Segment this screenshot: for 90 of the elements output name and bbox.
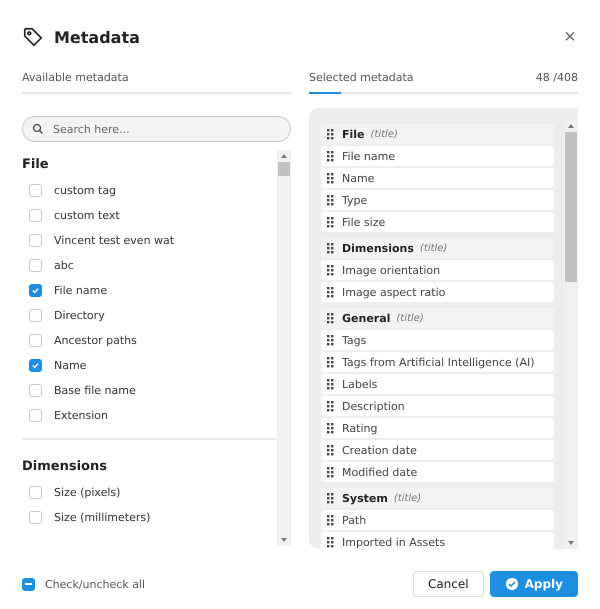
checkbox[interactable] (29, 309, 42, 322)
metadata-row[interactable]: Rating (321, 418, 554, 438)
group-row[interactable]: Dimensions (title) (321, 238, 554, 258)
check-icon (31, 361, 40, 370)
checkbox-label: Name (54, 359, 86, 372)
title-tag: (title) (396, 312, 424, 324)
checkbox[interactable] (29, 511, 42, 524)
drag-handle-icon[interactable] (327, 242, 334, 254)
checkbox[interactable] (29, 486, 42, 499)
drag-handle-icon[interactable] (327, 286, 334, 298)
group-row[interactable]: System (title) (321, 488, 554, 508)
scroll-thumb[interactable] (278, 162, 290, 176)
drag-handle-icon[interactable] (327, 334, 334, 346)
checkbox-label: Extension (54, 409, 108, 422)
cancel-button[interactable]: Cancel (412, 571, 484, 597)
checkbox[interactable] (29, 209, 42, 222)
metadata-row[interactable]: Path (321, 510, 554, 530)
drag-handle-icon[interactable] (327, 422, 334, 434)
metadata-row[interactable]: Name (321, 168, 554, 188)
drag-handle-icon[interactable] (327, 356, 334, 368)
checkbox-label: custom text (54, 209, 120, 222)
metadata-row[interactable]: Image aspect ratio (321, 282, 554, 302)
selected-count: 48 /408 (536, 70, 578, 84)
drag-handle-icon[interactable] (327, 378, 334, 390)
minus-icon (25, 583, 32, 585)
metadata-row[interactable]: Tags from Artificial Intelligence (AI) (321, 352, 554, 372)
metadata-row[interactable]: Imported in Assets (321, 532, 554, 549)
checkbox-label: Ancestor paths (54, 334, 137, 347)
metadata-row[interactable]: Image orientation (321, 260, 554, 280)
drag-handle-icon[interactable] (327, 536, 334, 548)
scroll-down-icon[interactable] (281, 538, 287, 542)
drag-handle-icon[interactable] (327, 514, 334, 526)
checkbox-label: Check/uncheck all (45, 578, 146, 590)
checkbox-label: Vincent test even wat (54, 234, 174, 247)
check-icon (31, 286, 40, 295)
title-tag: (title) (394, 492, 422, 504)
checkbox[interactable] (29, 359, 42, 372)
group-heading: File (22, 156, 50, 174)
metadata-row[interactable]: Tags (321, 330, 554, 350)
scroll-thumb[interactable] (565, 132, 577, 282)
metadata-row[interactable]: Labels (321, 374, 554, 394)
checkbox[interactable] (29, 284, 42, 297)
metadata-row[interactable]: Creation date (321, 440, 554, 460)
search-icon (32, 123, 44, 135)
title-tag: (title) (420, 242, 448, 254)
drag-handle-icon[interactable] (327, 128, 334, 140)
metadata-row[interactable]: Type (321, 190, 554, 210)
checkbox-label: custom tag (54, 184, 116, 197)
checkbox-label: File name (54, 284, 108, 297)
checkbox-label: Size (pixels) (54, 486, 120, 499)
scrollbar[interactable] (277, 150, 291, 546)
checkbox[interactable] (29, 409, 42, 422)
check-circle-icon (504, 577, 519, 591)
drag-handle-icon[interactable] (327, 194, 334, 206)
metadata-row[interactable]: Description (321, 396, 554, 416)
title-tag: (title) (370, 128, 398, 140)
checkbox[interactable] (29, 234, 42, 247)
metadata-row[interactable]: Modified date (321, 462, 554, 482)
drag-handle-icon[interactable] (327, 400, 334, 412)
scroll-up-icon[interactable] (568, 124, 574, 128)
drag-handle-icon[interactable] (327, 444, 334, 456)
search-field[interactable]: Search here... (22, 116, 291, 142)
drag-handle-icon[interactable] (327, 312, 334, 324)
group-row[interactable]: File (title) (321, 124, 554, 144)
group-heading: Dimensions (22, 458, 108, 476)
drag-handle-icon[interactable] (327, 466, 334, 478)
tag-icon (22, 26, 44, 48)
drag-handle-icon[interactable] (327, 150, 334, 162)
close-button[interactable]: × (562, 27, 578, 47)
drag-handle-icon[interactable] (327, 172, 334, 184)
scroll-down-icon[interactable] (568, 541, 574, 545)
metadata-row[interactable]: File size (321, 212, 554, 232)
group-row[interactable]: General (title) (321, 308, 554, 328)
checkbox[interactable] (22, 578, 35, 590)
drag-handle-icon[interactable] (327, 492, 334, 504)
drag-handle-icon[interactable] (327, 264, 334, 276)
checkbox[interactable] (29, 334, 42, 347)
checkbox[interactable] (29, 184, 42, 197)
checkbox[interactable] (29, 384, 42, 397)
metadata-row[interactable]: File name (321, 146, 554, 166)
tab[interactable]: Selected metadata (309, 70, 414, 84)
checkbox-label: Base file name (54, 384, 136, 397)
drag-handle-icon[interactable] (327, 216, 334, 228)
dialog-title: Metadata (54, 28, 141, 46)
checkbox[interactable] (29, 259, 42, 272)
checkbox-label: Directory (54, 309, 105, 322)
checkbox-label: Size (millimeters) (54, 511, 150, 524)
checkbox-label: abc (54, 259, 74, 272)
section-heading: Available metadata (22, 70, 129, 84)
scroll-up-icon[interactable] (281, 154, 287, 158)
